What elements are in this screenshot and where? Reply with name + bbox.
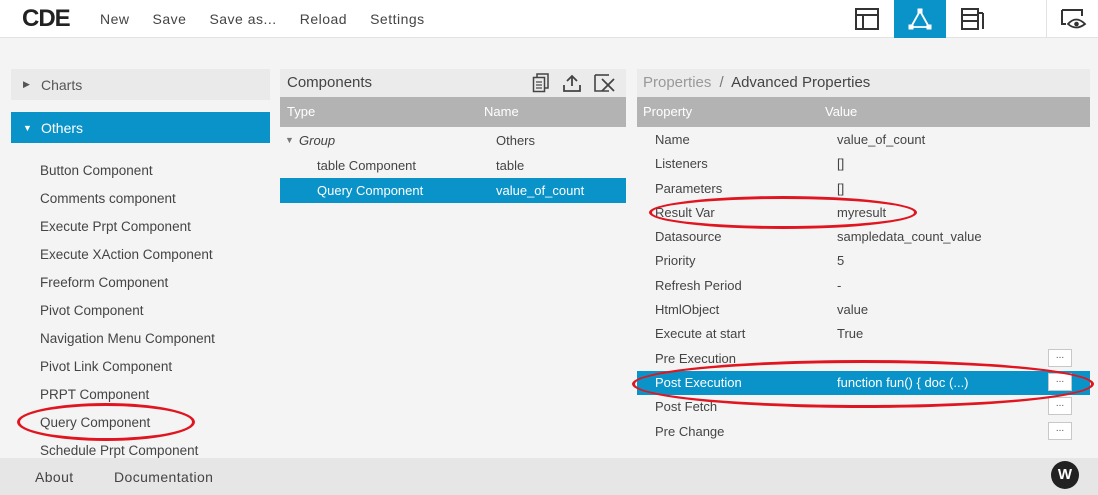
caret-down-icon: ▼ (23, 122, 32, 133)
palette-item-comments[interactable]: Comments component (40, 189, 215, 217)
category-charts[interactable]: ▶ Charts (11, 69, 270, 100)
column-type: Type (287, 104, 316, 119)
properties-grid-header: Property Value (637, 97, 1090, 127)
datasources-view-button[interactable] (946, 0, 998, 38)
components-header: Components (280, 69, 626, 97)
component-palette: ▶ Charts ▼ Others Button Component Comme… (11, 69, 270, 458)
cde-logo: CDE (22, 5, 71, 32)
property-label: Pre Change (655, 423, 725, 439)
palette-item-button[interactable]: Button Component (40, 161, 215, 189)
property-value[interactable]: [] (837, 181, 844, 196)
property-label: Listeners (655, 156, 708, 172)
row-type: Group (299, 133, 336, 148)
property-label: Execute at start (655, 326, 746, 342)
components-view-button[interactable] (894, 0, 946, 38)
column-value: Value (825, 104, 858, 119)
edit-code-button[interactable]: ... (1048, 348, 1072, 367)
column-property: Property (643, 104, 693, 119)
category-others[interactable]: ▼ Others (11, 112, 270, 143)
property-label: Pre Execution (655, 350, 736, 366)
palette-item-freeform[interactable]: Freeform Component (40, 273, 215, 301)
property-row-name[interactable]: Name value_of_count (637, 128, 1090, 152)
property-label: HtmlObject (655, 302, 720, 318)
palette-item-pivot[interactable]: Pivot Component (40, 301, 215, 329)
menu-save-as[interactable]: Save as... (209, 11, 276, 27)
property-value[interactable]: value (837, 302, 868, 317)
property-value[interactable]: 5 (837, 253, 844, 268)
components-toolbar (532, 73, 616, 93)
palette-item-execute-prpt[interactable]: Execute Prpt Component (40, 217, 215, 245)
property-row-priority[interactable]: Priority 5 (637, 249, 1090, 273)
property-row-pre-change[interactable]: Pre Change ... (637, 420, 1090, 444)
property-label: Parameters (655, 180, 723, 196)
about-link[interactable]: About (35, 469, 74, 485)
property-value[interactable]: True (837, 326, 863, 341)
property-row-refresh-period[interactable]: Refresh Period - (637, 274, 1090, 298)
preview-button[interactable] (1046, 0, 1098, 38)
property-value[interactable]: value_of_count (837, 132, 925, 147)
column-name: Name (484, 104, 519, 119)
annotation-ellipse-query-component (17, 403, 195, 441)
caret-right-icon: ▶ (23, 79, 30, 89)
property-row-parameters[interactable]: Parameters [] (637, 177, 1090, 201)
edit-code-button[interactable]: ... (1048, 397, 1072, 416)
palette-item-navigation-menu[interactable]: Navigation Menu Component (40, 329, 215, 357)
tree-row-group[interactable]: ▼ Group Others (280, 128, 626, 153)
palette-item-execute-xaction[interactable]: Execute XAction Component (40, 245, 215, 273)
menu-new[interactable]: New (100, 11, 130, 27)
edit-code-button[interactable]: ... (1048, 421, 1072, 440)
property-row-listeners[interactable]: Listeners [] (637, 152, 1090, 176)
row-type: table Component (317, 158, 417, 173)
top-menu: New Save Save as... Reload Settings (100, 0, 448, 38)
delete-icon[interactable] (594, 73, 616, 93)
tree-row-query[interactable]: Query Component value_of_count (280, 178, 626, 203)
preview-eye-icon (1060, 9, 1086, 29)
row-name: value_of_count (496, 183, 585, 198)
upload-icon[interactable] (562, 73, 582, 93)
palette-item-pivot-link[interactable]: Pivot Link Component (40, 357, 215, 385)
tab-properties[interactable]: Properties (643, 74, 711, 91)
datasources-icon (961, 8, 984, 30)
property-value[interactable]: sampledata_count_value (837, 229, 982, 244)
menu-save[interactable]: Save (153, 11, 187, 27)
tab-advanced-properties[interactable]: Advanced Properties (731, 74, 870, 91)
row-name: table (496, 158, 525, 173)
tree-row-table[interactable]: table Component table (280, 153, 626, 178)
property-value[interactable]: [] (837, 156, 844, 171)
components-grid-header: Type Name (280, 97, 626, 127)
menu-reload[interactable]: Reload (300, 11, 347, 27)
property-row-datasource[interactable]: Datasource sampledata_count_value (637, 225, 1090, 249)
row-type: Query Component (317, 183, 424, 198)
breadcrumb-separator: / (719, 74, 724, 91)
category-label: Charts (41, 76, 83, 93)
caret-down-icon: ▼ (285, 135, 294, 145)
property-row-execute-at-start[interactable]: Execute at start True (637, 322, 1090, 346)
properties-header: Properties / Advanced Properties (637, 69, 1090, 97)
layout-view-button[interactable] (841, 0, 893, 38)
annotation-ellipse-post-execution (632, 360, 1094, 408)
components-panel: Components Type Name ▼ Group Others tabl… (280, 69, 626, 457)
layout-icon (855, 8, 879, 30)
annotation-ellipse-result-var (649, 196, 917, 229)
webdetails-logo-icon: W (1051, 461, 1079, 489)
property-label: Datasource (655, 229, 722, 245)
property-label: Name (655, 132, 690, 147)
top-bar: CDE New Save Save as... Reload Settings (0, 0, 1098, 38)
footer: About Documentation W (0, 458, 1098, 495)
row-name: Others (496, 133, 536, 148)
property-value[interactable]: - (837, 278, 841, 293)
duplicate-icon[interactable] (532, 73, 550, 93)
property-label: Refresh Period (655, 277, 742, 293)
category-label: Others (41, 119, 84, 136)
menu-settings[interactable]: Settings (370, 11, 425, 27)
documentation-link[interactable]: Documentation (114, 469, 213, 485)
property-row-htmlobject[interactable]: HtmlObject value (637, 298, 1090, 322)
components-icon (908, 8, 932, 30)
property-label: Priority (655, 253, 696, 269)
components-title: Components (287, 74, 373, 91)
